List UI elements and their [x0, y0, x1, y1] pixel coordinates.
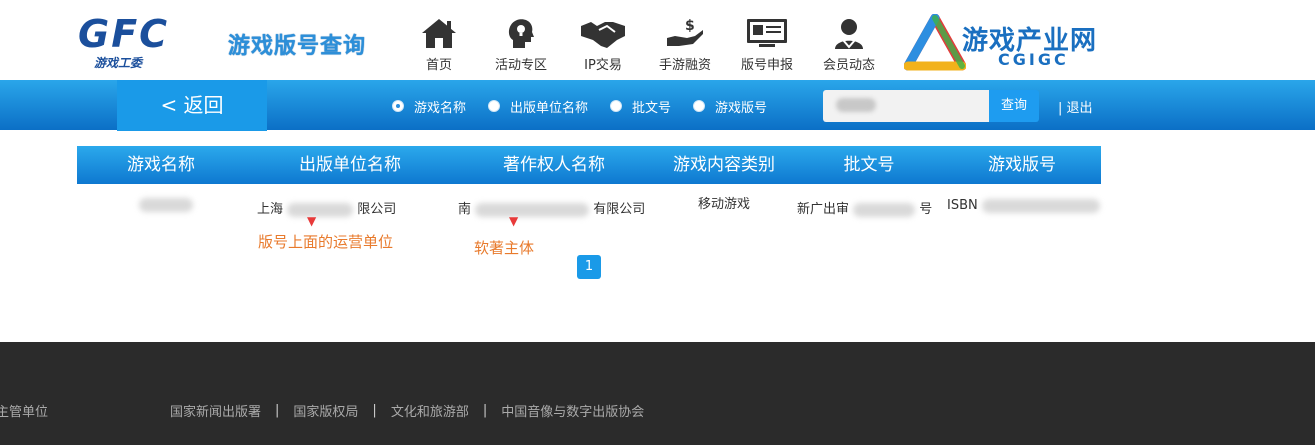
- radio-dot[interactable]: [693, 100, 706, 112]
- results-table-header: 游戏名称 出版单位名称 著作权人名称 游戏内容类别 批文号 游戏版号: [77, 146, 1101, 184]
- footer-separator: |: [482, 403, 488, 418]
- license-number-partial: ISBN: [947, 198, 1100, 213]
- footer-link-copyright-administration[interactable]: 国家版权局: [293, 401, 358, 420]
- copyright-suffix: 有限公司: [593, 202, 646, 217]
- nav-item-home[interactable]: 首页: [398, 12, 480, 78]
- radio-approval-number[interactable]: 批文号: [610, 97, 671, 116]
- column-header-content-category: 游戏内容类别: [673, 155, 775, 175]
- radio-label-publisher-name: 出版单位名称: [510, 100, 589, 116]
- redacted-license-number: [981, 198, 1100, 213]
- arrow-down-icon: ▼: [509, 214, 519, 228]
- head-bulb-icon: [508, 19, 534, 48]
- footer-link-culture-tourism[interactable]: 文化和旅游部: [391, 401, 469, 420]
- approval-prefix: 新广出审: [797, 202, 850, 217]
- column-header-license-number: 游戏版号: [988, 155, 1056, 175]
- redacted-publisher: [287, 202, 354, 217]
- triangle-logo-icon: [904, 14, 966, 71]
- isbn-prefix: ISBN: [947, 198, 978, 213]
- approval-suffix: 号: [919, 202, 933, 217]
- radio-dot[interactable]: [610, 100, 623, 112]
- redacted-game-name: [139, 198, 193, 212]
- copyright-annotation: 软著主体: [474, 239, 535, 257]
- nav-label-activities: 活动专区: [494, 58, 547, 73]
- publisher-suffix: 限公司: [357, 202, 397, 217]
- nav-item-financing[interactable]: $ 手游融资: [644, 12, 726, 78]
- cell-game-name: [77, 190, 245, 220]
- home-icon: [422, 19, 456, 48]
- cgigc-logo-subtitle: CGIGC: [998, 50, 1069, 69]
- nav-item-license-apply[interactable]: 版号申报: [726, 12, 808, 78]
- cgigc-logo[interactable]: 游戏产业网 CGIGC: [904, 14, 1114, 78]
- column-header-approval-number: 批文号: [843, 155, 895, 175]
- nav-item-ip-trade[interactable]: IP交易: [562, 12, 644, 78]
- redacted-copyright-holder: [475, 202, 590, 217]
- footer-link-press-administration[interactable]: 国家新闻出版署: [170, 401, 261, 420]
- cell-content-category: 移动游戏: [697, 197, 750, 212]
- footer-links: 国家新闻出版署 | 国家版权局 | 文化和旅游部 | 中国音像与数字出版协会: [170, 401, 644, 420]
- gfc-logo[interactable]: GFC 游戏工委: [78, 14, 178, 70]
- search-input-redacted-value: [836, 98, 876, 112]
- column-header-game-name: 游戏名称: [127, 155, 195, 175]
- radio-publisher-name[interactable]: 出版单位名称: [488, 97, 588, 116]
- radio-dot[interactable]: [488, 100, 501, 112]
- handshake-icon: [581, 22, 625, 48]
- search-button[interactable]: 查询: [989, 90, 1039, 122]
- gfc-logo-text: GFC: [78, 12, 170, 56]
- publisher-annotation: 版号上面的运营单位: [258, 233, 394, 251]
- publisher-name-partial: 上海 限公司: [257, 198, 396, 217]
- nav-label-home: 首页: [425, 58, 452, 73]
- site-footer: [0, 342, 1315, 445]
- footer-separator: |: [372, 403, 377, 418]
- nav-item-member-news[interactable]: 会员动态: [808, 12, 890, 78]
- back-button[interactable]: < 返回: [117, 80, 267, 131]
- nav-label-member-news: 会员动态: [822, 58, 875, 73]
- copyright-prefix: 南: [458, 202, 472, 217]
- radio-label-license-number: 游戏版号: [715, 100, 768, 116]
- column-header-publisher: 出版单位名称: [299, 155, 401, 175]
- footer-supervisor-label: 主管单位: [0, 405, 49, 420]
- nav-label-ip-trade: IP交易: [584, 58, 622, 73]
- svg-text:$: $: [685, 18, 695, 34]
- radio-label-approval-number: 批文号: [632, 100, 672, 116]
- approval-number-partial: 新广出审 号: [797, 198, 932, 217]
- arrow-down-icon: ▼: [307, 214, 317, 228]
- redacted-approval-number: [853, 202, 916, 217]
- logout-link[interactable]: | 退出: [1058, 97, 1093, 116]
- gfc-logo-subtitle: 游戏工委: [94, 56, 143, 70]
- radio-label-game-name: 游戏名称: [414, 100, 467, 116]
- footer-link-audio-video-association[interactable]: 中国音像与数字出版协会: [501, 401, 644, 420]
- pagination-page-1[interactable]: 1: [577, 255, 601, 279]
- radio-game-name[interactable]: 游戏名称: [392, 97, 466, 116]
- radio-license-number[interactable]: 游戏版号: [693, 97, 767, 116]
- radio-dot-selected[interactable]: [392, 100, 404, 112]
- money-hand-icon: $: [667, 18, 703, 46]
- nav-item-activities[interactable]: 活动专区: [480, 12, 562, 78]
- search-type-radio-group: 游戏名称 出版单位名称 批文号 游戏版号: [392, 96, 789, 116]
- monitor-icon: [747, 19, 787, 47]
- publisher-prefix: 上海: [257, 202, 284, 217]
- copyright-holder-partial: 南 有限公司: [458, 198, 645, 217]
- main-nav: 首页 活动专区 IP交易 $ 手游融资 版号申报 会员动态: [398, 12, 890, 78]
- nav-label-license-apply: 版号申报: [740, 58, 793, 73]
- page-title: 游戏版号查询: [228, 34, 367, 59]
- footer-separator: |: [275, 403, 280, 418]
- user-icon: [835, 19, 863, 49]
- column-header-copyright-holder: 著作权人名称: [503, 155, 605, 175]
- nav-label-financing: 手游融资: [658, 58, 711, 73]
